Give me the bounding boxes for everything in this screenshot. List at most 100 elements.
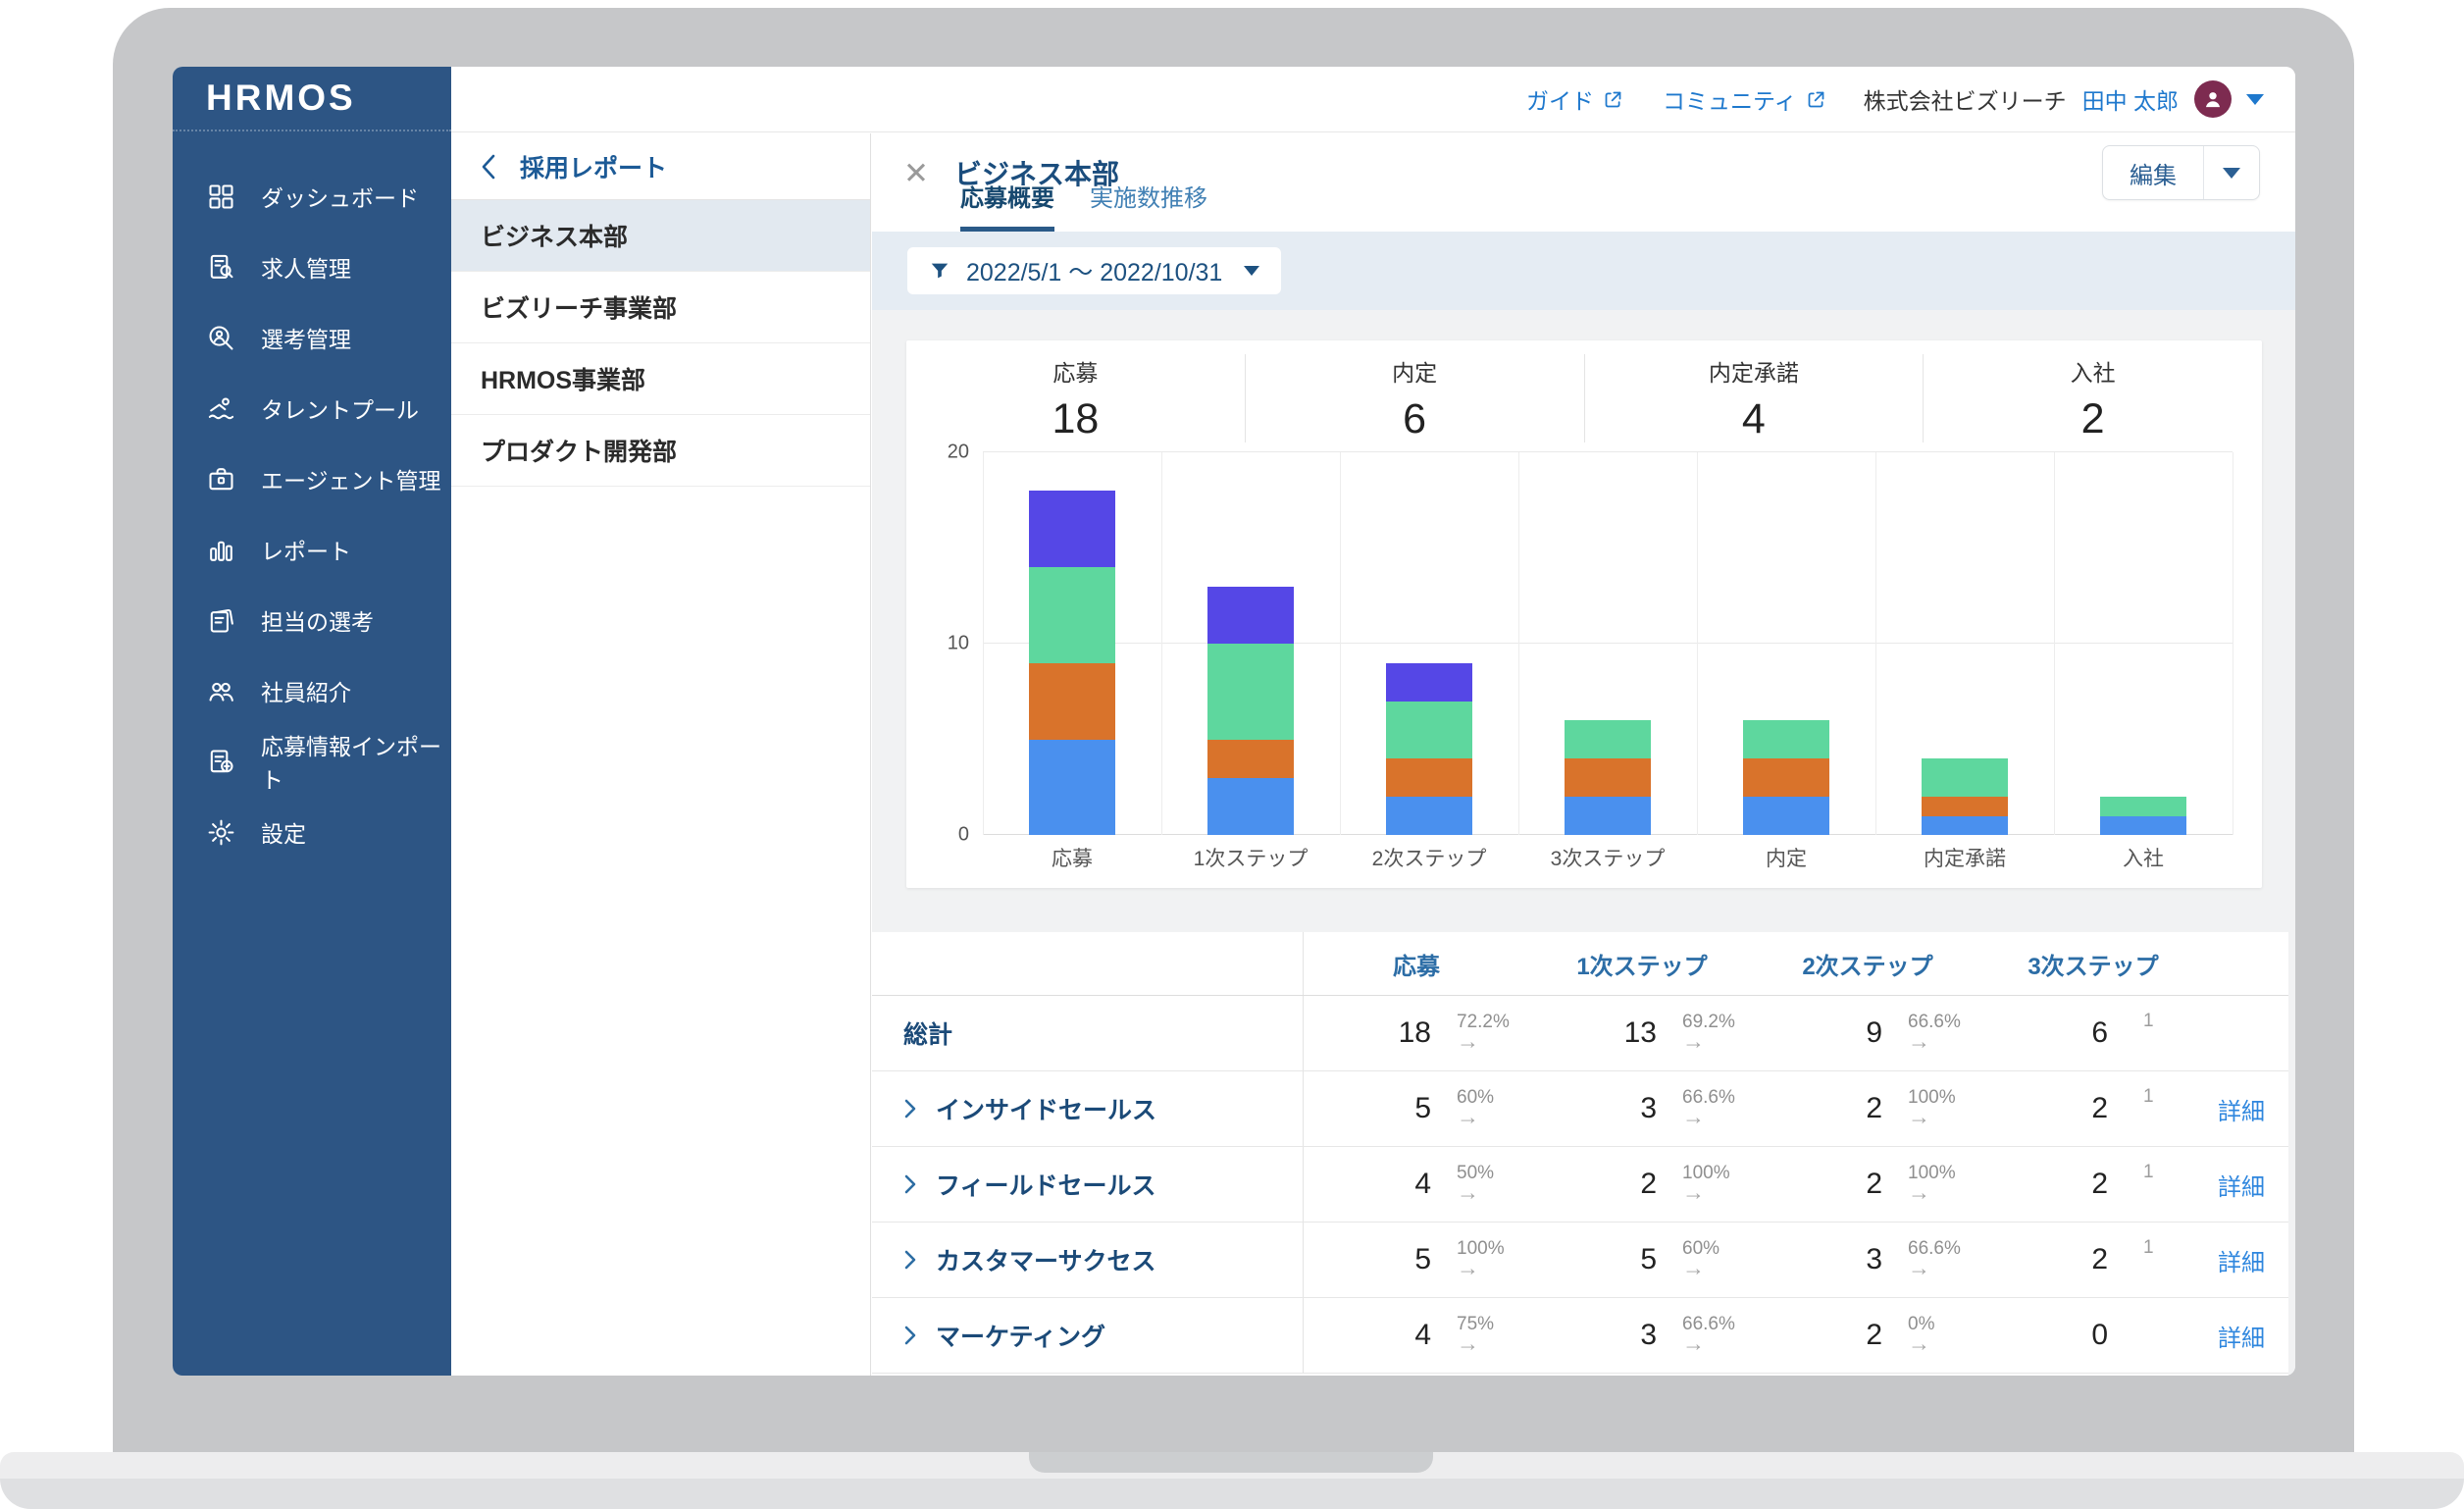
back-chevron-icon[interactable] [481,154,496,180]
stat-value: 6 [1403,395,1426,443]
x-axis-label: 1次ステップ [1161,843,1340,872]
assigned-screening-icon [206,605,236,636]
row-label[interactable]: カスタマーサクセス [936,1242,1156,1277]
bar-segment [1207,587,1294,645]
table-row-0: 総計1872.2%→1369.2%→966.6%→61 [872,996,2288,1071]
report-item-3[interactable]: プロダクト開発部 [451,415,870,487]
stat-label: 応募 [1052,354,1098,388]
value-cell-1: 1369.2%→ [1529,1013,1755,1053]
bar-segment [1386,702,1472,759]
sidebar-item-talent-pool[interactable]: タレントプール [173,373,451,443]
stacked-bar-6 [2100,452,2186,835]
tab-1[interactable]: 実施数推移 [1090,179,1207,232]
bar-segment [1207,644,1294,740]
footnote-marker: 1 [2143,1237,2154,1259]
sidebar-item-job-management[interactable]: 求人管理 [173,232,451,302]
bar-segment [1207,778,1294,836]
table-header-row: 応募1次ステップ2次ステップ3次ステップ [872,932,2288,996]
edit-menu-button[interactable] [2204,146,2259,199]
edit-button[interactable]: 編集 [2103,146,2204,199]
row-label[interactable]: フィールドセールス [936,1167,1156,1202]
value-cell-2: 20%→ [1755,1315,1980,1355]
count-value: 2 [1755,1092,1882,1125]
sidebar-item-dashboard[interactable]: ダッシュボード [173,161,451,232]
report-panel-header: 採用レポート [451,133,870,200]
stat-0: 応募18 [906,354,1245,442]
row-label-cell: カスタマーサクセス [872,1223,1304,1297]
bar-segment [1029,491,1115,567]
conversion-rate: 50%→ [1457,1164,1494,1204]
filter-funnel-icon [929,260,950,282]
count-value: 5 [1529,1243,1657,1276]
sidebar-item-label: 設定 [261,815,306,849]
expand-chevron-icon[interactable] [903,1099,916,1119]
sidebar-item-report[interactable]: レポート [173,514,451,585]
detail-link[interactable]: 詳細 [2218,1250,2265,1276]
expand-chevron-icon[interactable] [903,1326,916,1345]
value-cell-0: 450%→ [1304,1164,1529,1204]
community-link[interactable]: コミュニティ [1663,82,1826,116]
sidebar-item-assigned-screening[interactable]: 担当の選考 [173,585,451,655]
user-avatar[interactable] [2194,80,2232,118]
conversion-rate: 66.6%→ [1682,1088,1735,1128]
report-item-2[interactable]: HRMOS事業部 [451,343,870,415]
close-icon[interactable]: ✕ [903,158,929,188]
detail-link[interactable]: 詳細 [2218,1326,2265,1352]
bar-segment [1029,567,1115,663]
value-cell-3: 21 [1980,1243,2206,1276]
date-range-filter[interactable]: 2022/5/1 ～ 2022/10/31 [907,247,1281,294]
right-arrow-icon: → [1908,1256,1961,1279]
edit-split-button[interactable]: 編集 [2102,145,2260,200]
bar-segment [1565,720,1651,758]
row-label[interactable]: マーケティング [936,1318,1105,1353]
stat-3: 入社2 [1923,354,2262,442]
detail-link[interactable]: 詳細 [2218,1099,2265,1125]
stat-label: 内定 [1392,354,1437,388]
value-cell-2: 2100%→ [1755,1088,1980,1128]
conversion-rate: 75%→ [1457,1315,1494,1355]
conversion-rate: 100%→ [1457,1239,1505,1279]
detail-link[interactable]: 詳細 [2218,1174,2265,1201]
sidebar-item-label: エージェント管理 [261,462,441,495]
job-management-icon [206,252,236,283]
value-cell-1: 560%→ [1529,1239,1755,1279]
guide-link[interactable]: ガイド [1526,82,1623,116]
report-list-panel: 採用レポート ビジネス本部ビズリーチ事業部HRMOS事業部プロダクト開発部 [451,133,871,1376]
count-value: 9 [1755,1016,1882,1050]
footnote-marker: 1 [2143,1162,2154,1183]
user-name[interactable]: 田中 太郎 [2082,82,2179,116]
detail-cell: 詳細 [2206,1168,2288,1202]
value-cell-3: 61 [1980,1016,2206,1050]
conversion-rate: 72.2%→ [1457,1013,1510,1053]
report-list: ビジネス本部ビズリーチ事業部HRMOS事業部プロダクト開発部 [451,200,870,487]
laptop-base-bottom [0,1479,2464,1509]
app-window: HRMOS ダッシュボード求人管理選考管理タレントプールエージェント管理レポート… [173,67,2295,1376]
sidebar-item-agent-management[interactable]: エージェント管理 [173,443,451,514]
sidebar-item-settings[interactable]: 設定 [173,797,451,867]
value-cell-3: 21 [1980,1092,2206,1125]
user-menu-caret-icon[interactable] [2246,94,2264,105]
bar-segment [2100,797,2186,816]
report-item-0[interactable]: ビジネス本部 [451,200,870,272]
sidebar-item-screening-management[interactable]: 選考管理 [173,302,451,373]
right-arrow-icon: → [1682,1331,1735,1355]
company-name: 株式会社ビズリーチ [1864,82,2067,116]
tab-0[interactable]: 応募概要 [960,179,1054,232]
expand-chevron-icon[interactable] [903,1174,916,1194]
x-axis-label: 内定 [1697,843,1875,872]
bar-segment [1922,816,2008,836]
sidebar-item-application-import[interactable]: 応募情報インポート [173,726,451,797]
report-item-1[interactable]: ビズリーチ事業部 [451,272,870,343]
conversion-rate: 100%→ [1908,1164,1956,1204]
sidebar-item-label: 求人管理 [261,250,351,284]
right-arrow-icon: → [1908,1331,1934,1355]
screening-management-icon [206,323,236,353]
row-label[interactable]: インサイドセールス [936,1091,1156,1126]
bar-segment [1743,758,1829,797]
bar-segment [1565,797,1651,835]
expand-chevron-icon[interactable] [903,1250,916,1270]
hrmos-logo: HRMOS [173,67,451,131]
stacked-bar-0 [1029,452,1115,835]
count-value: 0 [1980,1319,2108,1352]
sidebar-item-employee-referral[interactable]: 社員紹介 [173,655,451,726]
